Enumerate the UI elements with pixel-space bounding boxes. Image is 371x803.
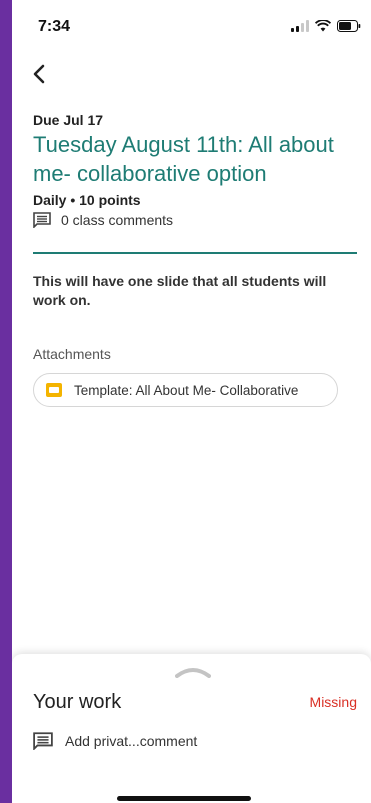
title-divider [33,252,357,254]
assignment-title: Tuesday August 11th: All about me- colla… [33,132,334,186]
attachment-chip[interactable]: Template: All About Me- Collaborative [33,373,338,407]
slides-icon [46,383,62,397]
status-bar: 7:34 [12,0,371,48]
add-private-comment-button[interactable]: Add privat...comment [33,732,197,750]
your-work-sheet[interactable]: Your work Missing Add privat...comment [12,654,371,803]
back-button[interactable] [30,62,50,86]
battery-icon [337,20,361,32]
comment-icon [33,732,53,750]
chevron-up-icon[interactable] [175,666,211,678]
screen: 7:34 Due Jul 17 Tuesday August 11th: All… [12,0,371,803]
comment-icon [33,212,51,228]
your-work-title: Your work [33,691,122,713]
attachments-heading: Attachments [33,346,111,362]
signal-icon [291,20,309,32]
due-date: Due Jul 17 [33,112,104,128]
wifi-icon [315,20,331,32]
chevron-left-icon [33,64,45,84]
assignment-meta: Daily • 10 points [33,192,141,208]
attachment-name: Template: All About Me- Collaborative [74,382,299,398]
class-comments-label: 0 class comments [61,212,174,228]
status-icons [291,20,361,32]
private-comment-label: Add privat...comment [65,733,198,749]
class-comments-button[interactable]: 0 class comments [33,212,173,228]
status-time: 7:34 [38,18,71,35]
home-indicator[interactable] [117,796,251,801]
status-badge: Missing [309,694,357,710]
assignment-description: This will have one slide that all studen… [33,273,327,308]
